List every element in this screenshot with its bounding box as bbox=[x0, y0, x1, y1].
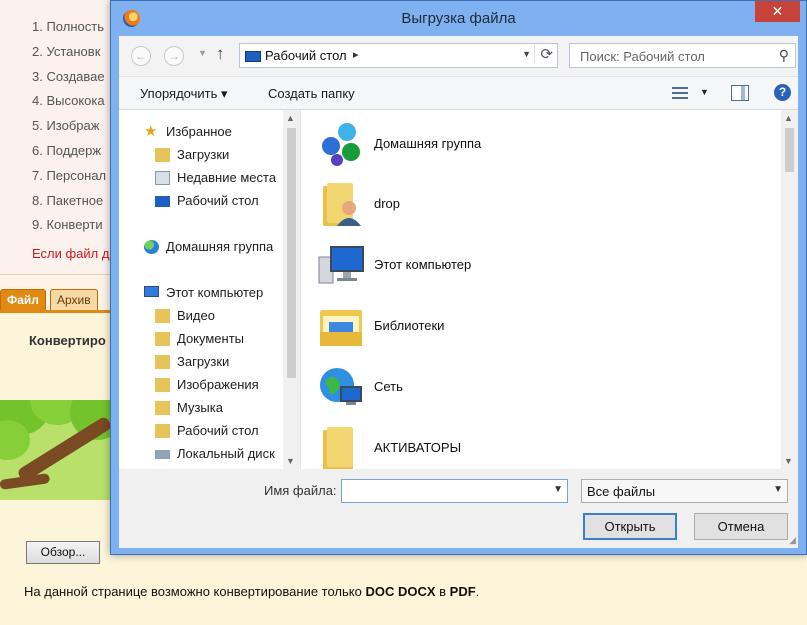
list-item: 7. Персонал bbox=[32, 167, 107, 183]
dialog-client: ← → ▼ ↑ Рабочий стол ▸ ▼ ⟳ Поиск: Рабочи… bbox=[119, 36, 798, 548]
file-type-value: Все файлы bbox=[587, 484, 656, 499]
list-item: 1. Полность bbox=[32, 19, 104, 34]
resize-grip-icon[interactable]: ◢ bbox=[789, 535, 796, 546]
list-item: 4. Высокока bbox=[32, 93, 105, 109]
feature-list: 1. Полность 2. Установк 3. Создавае 4. В… bbox=[32, 18, 106, 241]
up-arrow-icon[interactable]: ↑ bbox=[216, 44, 225, 64]
search-icon[interactable]: ⚲ bbox=[779, 47, 789, 64]
list-item[interactable]: АКТИВАТОРЫ bbox=[317, 424, 777, 469]
breadcrumb-chevron-icon[interactable]: ▸ bbox=[353, 48, 359, 61]
computer-icon bbox=[144, 286, 159, 297]
nav-scroll-thumb[interactable] bbox=[287, 128, 296, 378]
desktop-icon bbox=[155, 196, 170, 207]
file-name: drop bbox=[374, 196, 401, 211]
list-item: 9. Конверти bbox=[32, 217, 103, 233]
filename-dropdown-icon[interactable]: ▼ bbox=[553, 484, 563, 495]
homegroup-icon bbox=[322, 123, 360, 166]
open-button[interactable]: Открыть bbox=[583, 513, 677, 540]
address-bar[interactable]: Рабочий стол ▸ ▼ ⟳ bbox=[239, 43, 558, 68]
desktop-icon bbox=[245, 51, 261, 62]
new-folder-button[interactable]: Создать папку bbox=[268, 86, 355, 101]
change-view-icon[interactable] bbox=[672, 85, 688, 101]
list-item[interactable]: Сеть bbox=[317, 363, 777, 419]
libraries-icon bbox=[320, 310, 362, 346]
scroll-down-icon[interactable]: ▼ bbox=[784, 456, 793, 466]
file-name: АКТИВАТОРЫ bbox=[374, 440, 462, 455]
list-item: 6. Поддерж bbox=[32, 142, 102, 158]
conversion-note: На данной странице возможно конвертирова… bbox=[24, 584, 480, 599]
pictures-folder-icon bbox=[155, 378, 170, 392]
filename-label: Имя файла: bbox=[264, 483, 337, 498]
music-folder-icon bbox=[155, 401, 170, 415]
browse-button[interactable]: Обзор... bbox=[26, 541, 100, 564]
tree-image bbox=[0, 400, 112, 500]
cancel-button[interactable]: Отмена bbox=[694, 513, 788, 540]
list-item[interactable]: Домашняя группа bbox=[317, 120, 777, 176]
computer-icon bbox=[318, 246, 364, 284]
help-icon[interactable]: ? bbox=[774, 84, 791, 101]
list-item: 5. Изображ bbox=[32, 118, 100, 134]
view-dropdown-icon[interactable]: ▼ bbox=[700, 87, 709, 97]
close-button[interactable]: ✕ bbox=[755, 1, 800, 22]
file-list: Домашняя группа drop Этот компьютер Библ… bbox=[301, 110, 798, 469]
forward-arrow-icon[interactable]: → bbox=[164, 46, 184, 66]
drive-icon bbox=[155, 450, 170, 459]
scroll-up-icon[interactable]: ▲ bbox=[784, 113, 793, 123]
converter-heading: Конвертиро bbox=[29, 333, 106, 348]
dialog-title: Выгрузка файла bbox=[401, 10, 516, 27]
tab-file[interactable]: Файл bbox=[0, 289, 46, 311]
nav-scrollbar[interactable]: ▲ ▼ bbox=[283, 110, 300, 469]
list-item: 2. Установк bbox=[32, 43, 101, 59]
tab-archive[interactable]: Архив bbox=[50, 289, 98, 311]
dialog-titlebar[interactable]: Выгрузка файла ✕ bbox=[111, 1, 806, 36]
file-type-select[interactable]: Все файлы ▼ bbox=[581, 479, 788, 503]
downloads-folder-icon bbox=[155, 148, 170, 162]
file-name: Библиотеки bbox=[374, 318, 445, 333]
search-input[interactable]: Поиск: Рабочий стол bbox=[580, 49, 705, 64]
folder-icon bbox=[323, 427, 353, 469]
command-bar: Упорядочить ▾ Создать папку ▼ ? bbox=[119, 76, 798, 110]
breadcrumb-desktop[interactable]: Рабочий стол bbox=[265, 48, 347, 63]
documents-folder-icon bbox=[155, 332, 170, 346]
recent-places-icon bbox=[155, 171, 170, 185]
recent-locations-dropdown-icon[interactable]: ▼ bbox=[198, 48, 207, 58]
user-folder-icon bbox=[323, 183, 361, 226]
file-name: Сеть bbox=[374, 379, 403, 394]
address-row: ← → ▼ ↑ Рабочий стол ▸ ▼ ⟳ Поиск: Рабочи… bbox=[119, 36, 798, 76]
list-item: 3. Создавае bbox=[32, 68, 105, 84]
homegroup-icon bbox=[144, 240, 159, 254]
preview-pane-icon[interactable] bbox=[731, 85, 749, 101]
warning-text: Если файл д bbox=[32, 246, 110, 261]
search-box[interactable]: Поиск: Рабочий стол ⚲ bbox=[569, 43, 796, 68]
list-item[interactable]: Библиотеки bbox=[317, 302, 777, 358]
chevron-down-icon[interactable]: ▼ bbox=[773, 484, 783, 495]
downloads-folder-icon bbox=[155, 355, 170, 369]
desktop-folder-icon bbox=[155, 424, 170, 438]
star-icon: ★ bbox=[144, 123, 158, 140]
back-arrow-icon[interactable]: ← bbox=[131, 46, 151, 66]
file-upload-dialog: Выгрузка файла ✕ ← → ▼ ↑ Рабочий стол ▸ … bbox=[110, 0, 807, 555]
address-dropdown-icon[interactable]: ▼ bbox=[522, 49, 531, 59]
list-item[interactable]: drop bbox=[317, 180, 777, 236]
dialog-footer: Имя файла: ▼ Все файлы ▼ Открыть Отмена … bbox=[119, 469, 798, 548]
network-icon bbox=[320, 368, 362, 405]
file-name: Домашняя группа bbox=[374, 136, 482, 151]
organize-button[interactable]: Упорядочить ▾ bbox=[140, 86, 228, 102]
refresh-icon[interactable]: ⟳ bbox=[534, 45, 553, 63]
navigation-pane: ★ Избранное Загрузки Недавние места Рабо… bbox=[119, 110, 301, 469]
scroll-down-icon[interactable]: ▼ bbox=[286, 456, 295, 466]
videos-folder-icon bbox=[155, 309, 170, 323]
file-name: Этот компьютер bbox=[374, 257, 472, 272]
filename-field[interactable]: ▼ bbox=[341, 479, 568, 503]
list-item[interactable]: Этот компьютер bbox=[317, 241, 777, 297]
file-list-scroll-thumb[interactable] bbox=[785, 128, 794, 172]
list-item: 8. Пакетное bbox=[32, 192, 104, 208]
scroll-up-icon[interactable]: ▲ bbox=[286, 113, 295, 123]
file-list-scrollbar[interactable]: ▲ ▼ bbox=[781, 110, 798, 469]
